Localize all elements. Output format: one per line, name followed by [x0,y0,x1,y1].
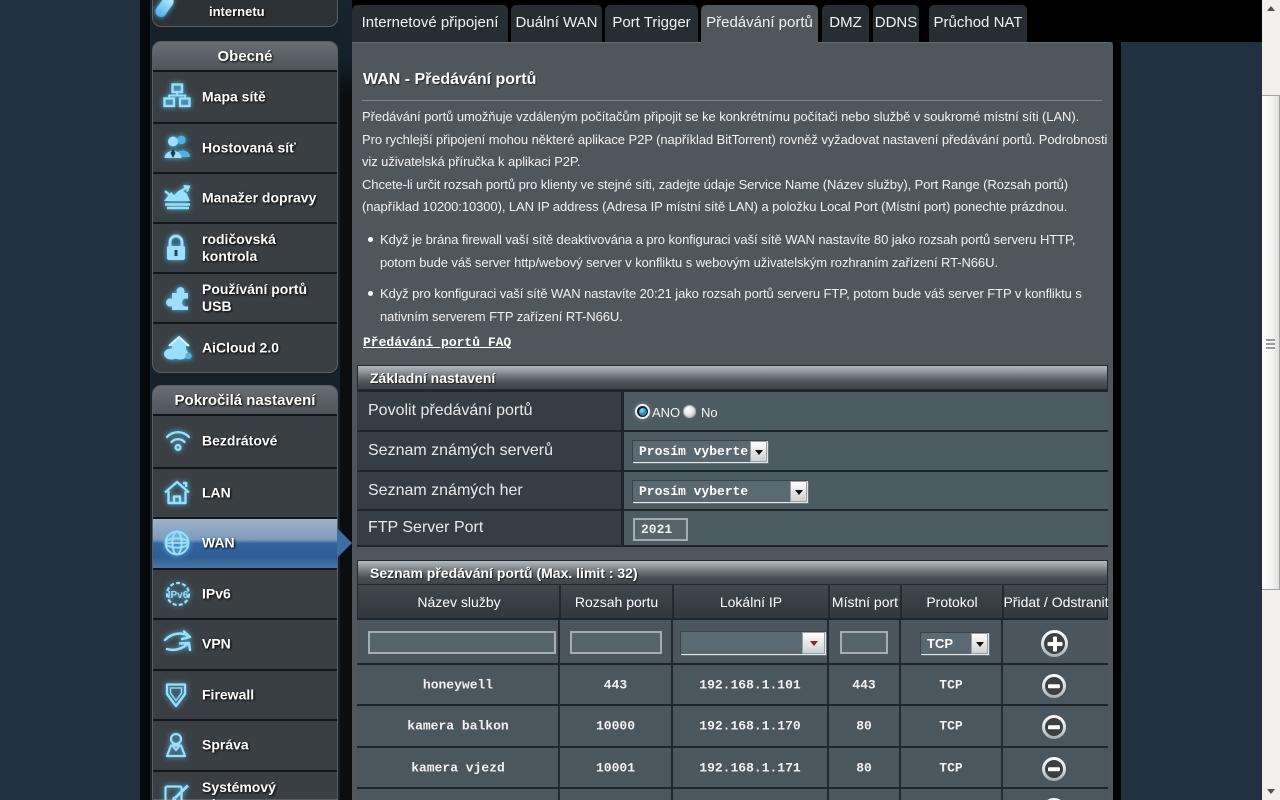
svg-text:IPv6: IPv6 [168,590,189,601]
